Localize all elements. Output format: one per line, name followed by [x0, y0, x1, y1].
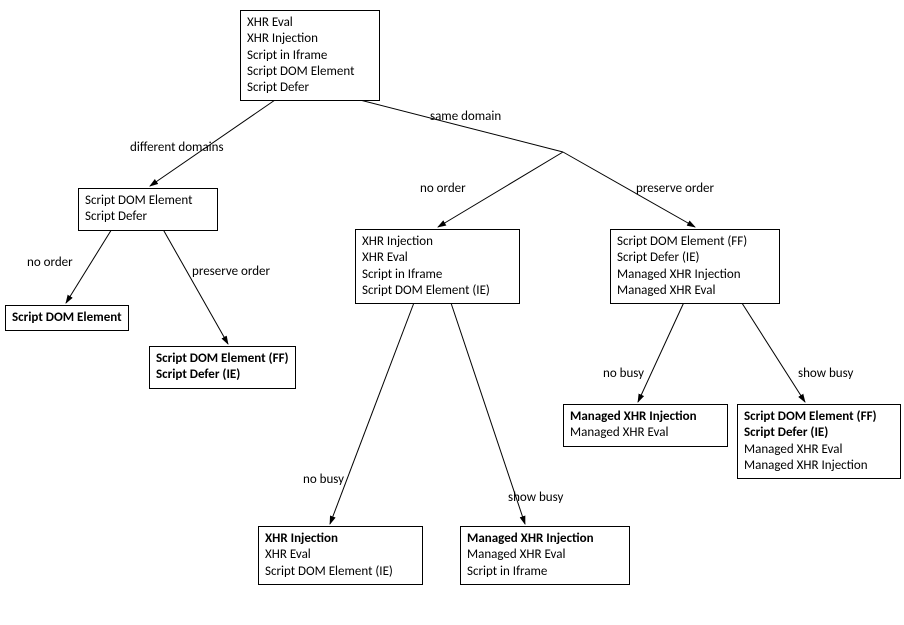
node-sd-no-order-line-1: XHR Eval — [362, 250, 513, 266]
edge-label-show-busy-2: show busy — [798, 366, 853, 381]
node-sd-no-order-line-0: XHR Injection — [362, 234, 513, 250]
node-sdno-show-busy-line-2: Script in Iframe — [467, 564, 623, 580]
node-sd-no-order: XHR Injection XHR Eval Script in Iframe … — [355, 229, 520, 304]
edge-label-no-busy-1: no busy — [303, 472, 344, 487]
node-root-line-1: XHR Injection — [247, 31, 373, 47]
node-dd-preserve-order: Script DOM Element (FF) Script Defer (IE… — [149, 346, 296, 389]
node-sdpr-show-busy-line-1: Script Defer (IE) — [744, 425, 894, 441]
node-different-domains-line-0: Script DOM Element — [85, 193, 211, 209]
node-sd-preserve-order: Script DOM Element (FF) Script Defer (IE… — [610, 229, 780, 304]
node-sdno-show-busy-line-1: Managed XHR Eval — [467, 547, 623, 563]
node-sdpr-no-busy-line-0: Managed XHR Injection — [570, 409, 721, 425]
node-dd-preserve-order-line-0: Script DOM Element (FF) — [156, 351, 289, 367]
node-sd-no-order-line-3: Script DOM Element (IE) — [362, 283, 513, 299]
edge-label-preserve-order-1: preserve order — [192, 264, 270, 279]
edge-label-preserve-order-2: preserve order — [636, 181, 714, 196]
node-root-line-3: Script DOM Element — [247, 64, 373, 80]
edge-label-show-busy-1: show busy — [508, 490, 563, 505]
node-different-domains: Script DOM Element Script Defer — [78, 188, 218, 231]
node-sd-preserve-order-line-2: Managed XHR Injection — [617, 267, 773, 283]
edge-label-no-busy-2: no busy — [603, 366, 644, 381]
connector-layer — [0, 0, 904, 625]
node-sdno-no-busy: XHR Injection XHR Eval Script DOM Elemen… — [258, 526, 423, 585]
node-sdpr-show-busy-line-0: Script DOM Element (FF) — [744, 409, 894, 425]
diagram-canvas: XHR Eval XHR Injection Script in Iframe … — [0, 0, 904, 625]
node-root: XHR Eval XHR Injection Script in Iframe … — [240, 10, 380, 101]
node-sdno-no-busy-line-1: XHR Eval — [265, 547, 416, 563]
node-dd-no-order: Script DOM Element — [5, 305, 129, 331]
node-sd-no-order-line-2: Script in Iframe — [362, 267, 513, 283]
node-root-line-4: Script Defer — [247, 80, 373, 96]
node-sdno-show-busy-line-0: Managed XHR Injection — [467, 531, 623, 547]
node-sdpr-show-busy-line-3: Managed XHR Injection — [744, 458, 894, 474]
node-dd-preserve-order-line-1: Script Defer (IE) — [156, 367, 289, 383]
node-sdpr-show-busy: Script DOM Element (FF) Script Defer (IE… — [737, 404, 901, 479]
node-root-line-0: XHR Eval — [247, 15, 373, 31]
node-root-line-2: Script in Iframe — [247, 48, 373, 64]
edge-label-different-domains: different domains — [130, 140, 224, 155]
edge-label-same-domain: same domain — [430, 109, 501, 124]
node-sdno-show-busy: Managed XHR Injection Managed XHR Eval S… — [460, 526, 630, 585]
node-sdpr-no-busy: Managed XHR Injection Managed XHR Eval — [563, 404, 728, 447]
node-different-domains-line-1: Script Defer — [85, 209, 211, 225]
node-sdpr-no-busy-line-1: Managed XHR Eval — [570, 425, 721, 441]
edge-label-no-order-2: no order — [420, 181, 466, 196]
node-sdno-no-busy-line-0: XHR Injection — [265, 531, 416, 547]
edge-label-no-order-1: no order — [27, 255, 73, 270]
node-dd-no-order-line-0: Script DOM Element — [12, 310, 122, 326]
node-sd-preserve-order-line-0: Script DOM Element (FF) — [617, 234, 773, 250]
node-sd-preserve-order-line-1: Script Defer (IE) — [617, 250, 773, 266]
node-sd-preserve-order-line-3: Managed XHR Eval — [617, 283, 773, 299]
node-sdpr-show-busy-line-2: Managed XHR Eval — [744, 442, 894, 458]
node-sdno-no-busy-line-2: Script DOM Element (IE) — [265, 564, 416, 580]
